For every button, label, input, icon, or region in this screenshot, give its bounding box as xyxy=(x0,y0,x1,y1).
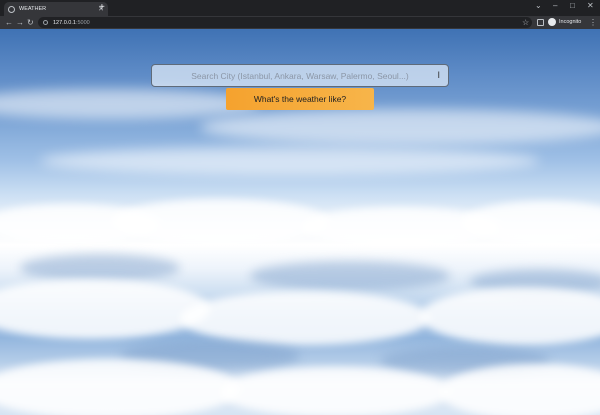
side-panel-icon[interactable] xyxy=(537,19,544,26)
profile-button[interactable]: Incognito xyxy=(548,18,581,26)
cloud-shadow xyxy=(20,254,180,282)
cloud xyxy=(420,287,600,345)
back-icon[interactable]: ← xyxy=(5,17,13,28)
cloud xyxy=(220,367,450,415)
kebab-menu-icon[interactable]: ⋮ xyxy=(589,17,597,28)
site-info-icon[interactable] xyxy=(43,20,48,25)
sky-streak xyxy=(0,89,260,119)
cloud xyxy=(0,359,240,415)
cloud xyxy=(180,291,430,345)
sky-streak xyxy=(200,109,600,145)
forward-icon[interactable]: → xyxy=(16,17,24,28)
cloud xyxy=(110,199,330,245)
tab-strip: WEATHER ✕ + ⌄ – □ ✕ xyxy=(0,0,600,16)
globe-icon xyxy=(8,5,15,13)
sky-streak xyxy=(40,147,540,175)
minimize-icon[interactable]: – xyxy=(553,1,557,11)
new-tab-icon[interactable]: + xyxy=(99,2,105,14)
city-search-box: I xyxy=(151,64,449,87)
profile-label: Incognito xyxy=(559,19,582,25)
tab-weather[interactable]: WEATHER ✕ xyxy=(4,2,108,16)
city-search-input[interactable] xyxy=(152,65,448,86)
url-port: :5000 xyxy=(75,19,90,26)
browser-toolbar: ← → ↻ 127.0.0.1 :5000 ☆ Incognito ⋮ xyxy=(0,16,600,29)
cloud-shadow xyxy=(250,261,450,291)
get-weather-button[interactable]: What's the weather like? xyxy=(226,88,374,110)
url-host: 127.0.0.1 xyxy=(53,19,76,26)
close-window-icon[interactable]: ✕ xyxy=(587,1,594,11)
tab-search-icon[interactable]: ⌄ xyxy=(535,1,542,11)
maximize-icon[interactable]: □ xyxy=(570,1,575,11)
reload-icon[interactable]: ↻ xyxy=(27,17,34,28)
text-cursor-icon: I xyxy=(437,70,440,80)
bookmark-star-icon[interactable]: ☆ xyxy=(522,17,529,28)
cloud xyxy=(0,279,210,339)
address-bar[interactable]: 127.0.0.1 :5000 xyxy=(38,17,532,28)
incognito-icon xyxy=(548,18,556,26)
tab-title: WEATHER xyxy=(19,6,47,12)
page-background: I What's the weather like? xyxy=(0,29,600,415)
